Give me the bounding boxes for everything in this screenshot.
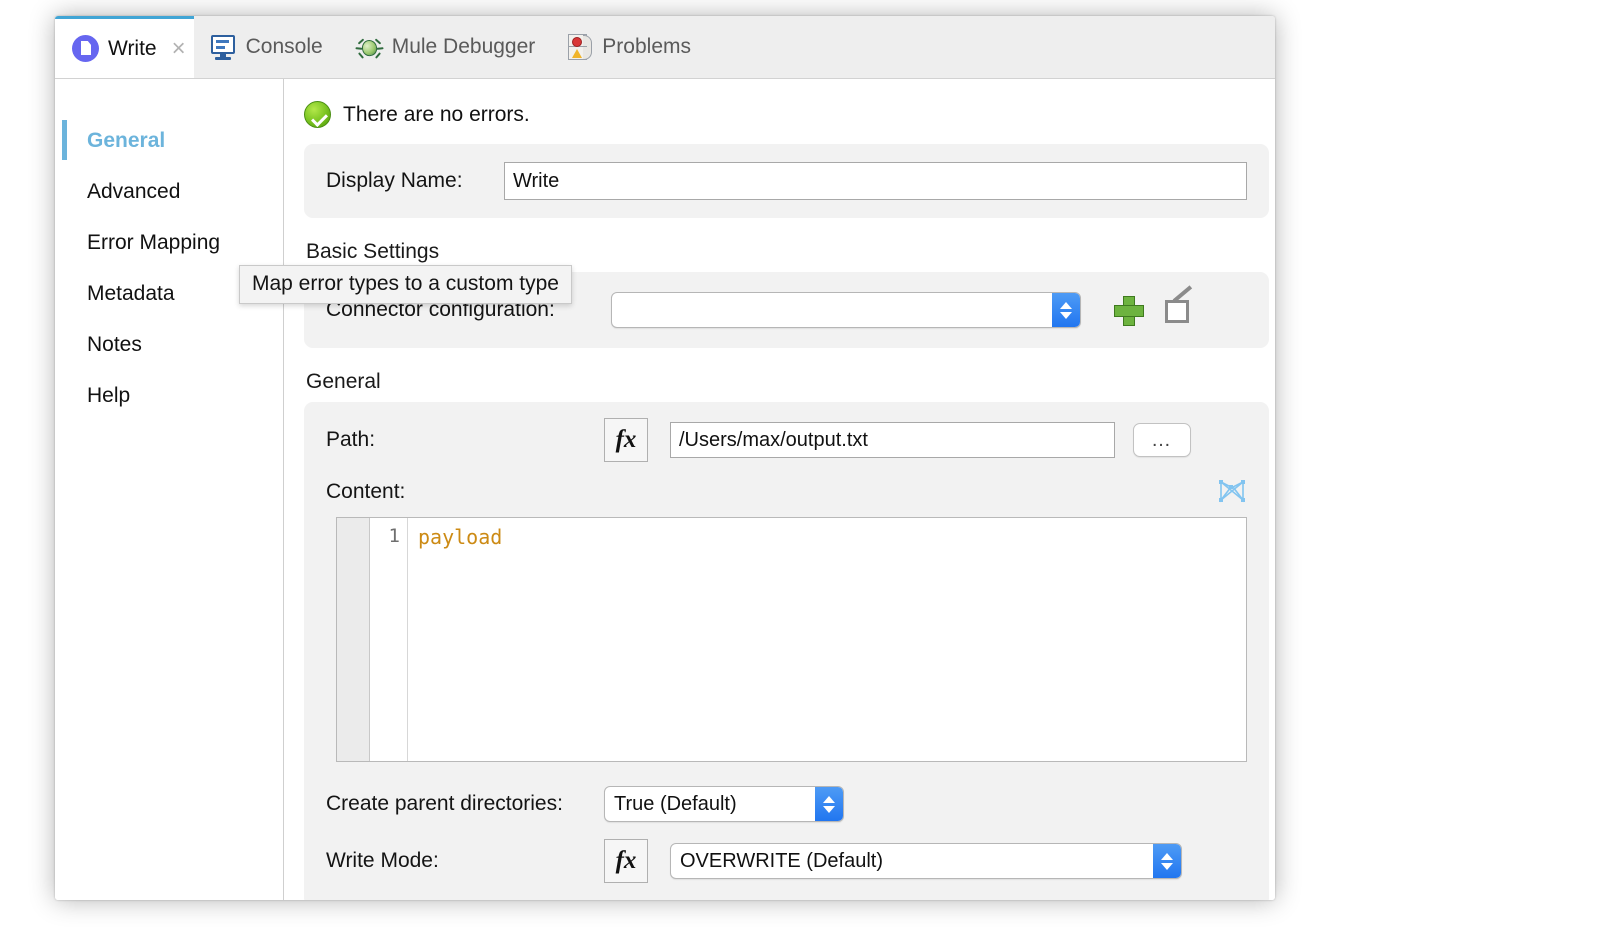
editor-code-text[interactable]: payload (408, 518, 1246, 761)
editor-window: Write × Console Mule Debugger (55, 16, 1275, 900)
display-name-input[interactable]: Write (504, 162, 1247, 200)
basic-settings-title: Basic Settings (284, 218, 1275, 272)
close-icon[interactable]: × (172, 37, 186, 61)
display-name-label: Display Name: (326, 169, 504, 193)
general-group: Path: fx /Users/max/output.txt … Content… (304, 402, 1269, 900)
bug-icon (356, 34, 383, 61)
path-label: Path: (326, 428, 604, 452)
validation-status-text: There are no errors. (343, 103, 530, 127)
editor-body: General Advanced Error Mapping Metadata … (55, 79, 1275, 900)
create-parent-directories-select[interactable]: True (Default) (604, 786, 844, 822)
path-expression-button[interactable]: fx (604, 418, 648, 462)
success-check-icon (304, 101, 331, 128)
tooltip: Map error types to a custom type (239, 265, 572, 304)
sidebar-item-label: General (87, 129, 165, 153)
path-browse-button[interactable]: … (1133, 423, 1191, 457)
properties-pane: There are no errors. Display Name: Write… (284, 79, 1275, 900)
tab-console[interactable]: Console (194, 16, 339, 78)
problems-stoplight-icon (568, 34, 593, 61)
validation-status: There are no errors. (284, 79, 1275, 144)
write-doc-icon (72, 35, 99, 62)
write-mode-label: Write Mode: (326, 849, 604, 873)
display-name-group: Display Name: Write (304, 144, 1269, 218)
tab-mule-debugger-label: Mule Debugger (392, 35, 536, 59)
content-code-editor[interactable]: 1 payload (336, 517, 1247, 762)
add-plus-icon[interactable] (1113, 295, 1143, 325)
sidebar-item-label: Notes (87, 333, 142, 357)
sidebar-item-label: Metadata (87, 282, 175, 306)
settings-sidebar: General Advanced Error Mapping Metadata … (55, 79, 284, 900)
create-parent-directories-label: Create parent directories: (326, 792, 604, 816)
tab-console-label: Console (246, 35, 323, 59)
chevron-updown-icon (1052, 293, 1080, 327)
connector-configuration-value (612, 293, 1052, 327)
write-mode-value: OVERWRITE (Default) (671, 844, 1153, 878)
tab-bar: Write × Console Mule Debugger (55, 16, 1275, 79)
screen-root: Write × Console Mule Debugger (0, 0, 1598, 942)
sidebar-item-label: Help (87, 384, 130, 408)
sidebar-item-label: Advanced (87, 180, 180, 204)
tab-write[interactable]: Write × (55, 16, 194, 78)
create-parent-directories-value: True (Default) (605, 787, 815, 821)
sidebar-item-general[interactable]: General (55, 115, 283, 166)
sidebar-item-help[interactable]: Help (55, 370, 283, 421)
sidebar-item-label: Error Mapping (87, 231, 220, 255)
chevron-updown-icon (1153, 844, 1181, 878)
sidebar-item-advanced[interactable]: Advanced (55, 166, 283, 217)
path-input[interactable]: /Users/max/output.txt (670, 422, 1115, 458)
sidebar-item-error-mapping[interactable]: Error Mapping (55, 217, 283, 268)
editor-gutter (337, 518, 370, 761)
tab-problems[interactable]: Problems (551, 16, 707, 78)
edit-pencil-icon[interactable] (1165, 297, 1195, 324)
sidebar-item-notes[interactable]: Notes (55, 319, 283, 370)
general-section-title: General (284, 348, 1275, 402)
write-mode-select[interactable]: OVERWRITE (Default) (670, 843, 1182, 879)
tab-mule-debugger[interactable]: Mule Debugger (339, 16, 552, 78)
console-monitor-icon (211, 35, 237, 60)
dataweave-icon[interactable] (1217, 478, 1247, 505)
tab-write-label: Write (108, 37, 157, 61)
editor-line-numbers: 1 (370, 518, 408, 761)
tab-problems-label: Problems (602, 35, 691, 59)
connector-configuration-select[interactable] (611, 292, 1081, 328)
chevron-updown-icon (815, 787, 843, 821)
write-mode-expression-button[interactable]: fx (604, 839, 648, 883)
content-label: Content: (326, 480, 405, 504)
